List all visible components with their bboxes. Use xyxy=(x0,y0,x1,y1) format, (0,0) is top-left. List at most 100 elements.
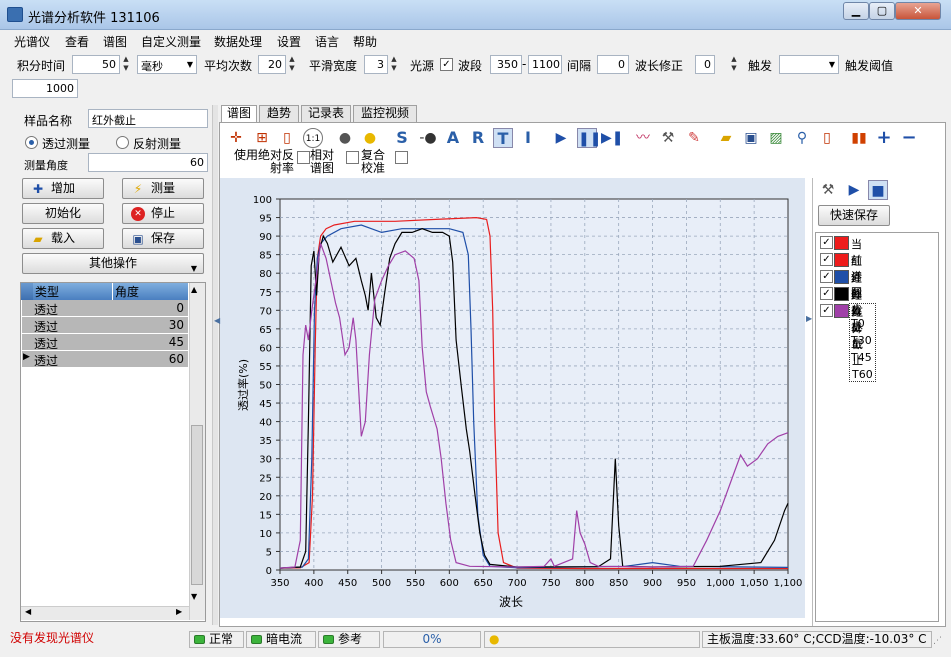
scroll-up-icon[interactable]: ▲ xyxy=(191,285,197,294)
menu-language[interactable]: 语言 xyxy=(315,33,339,50)
angle-input[interactable]: 60 xyxy=(88,153,208,172)
zoom-in-icon[interactable]: + xyxy=(874,128,894,148)
scroll-right-icon[interactable]: ▶ xyxy=(176,607,182,616)
interval-input[interactable]: 0 xyxy=(597,55,629,74)
load-button[interactable]: ▰ 载入 xyxy=(22,228,104,249)
stop-button[interactable]: ✕ 停止 xyxy=(122,203,204,224)
menu-settings[interactable]: 设置 xyxy=(277,33,301,50)
grid-cursor-icon[interactable]: ⊞ xyxy=(252,128,272,148)
table-row[interactable]: 透过 30 xyxy=(22,317,188,334)
integration-unit-select[interactable]: 毫秒 ▼ xyxy=(137,55,197,74)
scroll-left-icon[interactable]: ◀ xyxy=(25,607,31,616)
magnifier-icon[interactable]: ⚲ xyxy=(792,128,812,148)
trigger-select[interactable]: ▼ xyxy=(779,55,839,74)
mode-i-button[interactable]: I xyxy=(518,128,538,148)
band-from-input[interactable]: 350 xyxy=(490,55,522,74)
table-row-selected[interactable]: ▶ 透过 60 xyxy=(22,351,188,368)
light-source-checkbox[interactable]: ✓ xyxy=(440,58,453,71)
tab-trend[interactable]: 趋势 xyxy=(259,105,299,122)
band-to-input[interactable]: 1100 xyxy=(528,55,562,74)
step-icon[interactable]: ▶❚ xyxy=(601,128,624,148)
collapse-left-icon[interactable]: ◀ xyxy=(214,316,220,325)
legend-checkbox[interactable]: ✓ xyxy=(820,287,833,300)
menu-spectrometer[interactable]: 光谱仪 xyxy=(14,33,50,50)
resize-grip-icon[interactable]: ⋰ xyxy=(933,636,942,646)
eraser-icon[interactable]: ✎ xyxy=(684,128,704,148)
hammer-icon[interactable]: ⚒ xyxy=(658,128,678,148)
left-splitter[interactable] xyxy=(212,105,218,625)
add-button[interactable]: ✚ 增加 xyxy=(22,178,104,199)
other-operations-dropdown[interactable]: 其他操作 ▼ xyxy=(22,253,204,274)
x-tick-label: 500 xyxy=(372,578,391,589)
menu-custom-measure[interactable]: 自定义测量 xyxy=(141,33,201,50)
table-header-angle[interactable]: 角度 xyxy=(113,283,188,300)
transmission-radio[interactable] xyxy=(25,136,38,149)
line-chart-icon[interactable]: 〰 xyxy=(633,128,653,148)
menu-view[interactable]: 查看 xyxy=(65,33,89,50)
panel-stop-icon[interactable]: ■ xyxy=(868,180,888,200)
panel-play-icon[interactable]: ▶ xyxy=(844,180,864,200)
sample-name-input[interactable]: 红外截止 xyxy=(88,109,208,128)
average-spinner[interactable]: ▲ ▼ xyxy=(287,55,297,74)
mode-r-button[interactable]: R xyxy=(468,128,488,148)
open-folder-icon[interactable]: ▰ xyxy=(716,128,736,148)
tab-monitor-video[interactable]: 监控视频 xyxy=(353,105,417,122)
maximize-button[interactable]: ▢ xyxy=(869,2,895,20)
lightning-icon: ⚡ xyxy=(133,182,143,196)
wavecorr-spinner[interactable]: ▲ ▼ xyxy=(729,55,739,74)
marker-icon[interactable]: ▯ xyxy=(277,128,297,148)
mode-a-button[interactable]: A xyxy=(443,128,463,148)
measure-button[interactable]: ⚡ 测量 xyxy=(122,178,204,199)
table-row[interactable]: 透过 45 xyxy=(22,334,188,351)
menu-data-processing[interactable]: 数据处理 xyxy=(214,33,262,50)
legend-checkbox[interactable]: ✓ xyxy=(820,304,833,317)
save-disk-icon[interactable]: ▣ xyxy=(741,128,761,148)
row-type: 透过 xyxy=(34,320,59,334)
smooth-input[interactable]: 3 xyxy=(364,55,388,74)
minimize-button[interactable]: ▁ xyxy=(843,2,869,20)
spectrum-chart[interactable]: 0 5 10 15 20 25 30 35 40 45 50 55 60 65 70 75 80 85 90 95 10… xyxy=(220,178,805,618)
threshold-label: 触发阈值 xyxy=(845,59,894,73)
wavecorr-input[interactable]: 0 xyxy=(695,55,715,74)
dark-bulb-icon[interactable]: -● xyxy=(418,128,438,148)
image-icon[interactable]: ▨ xyxy=(766,128,786,148)
play-icon[interactable]: ▶ xyxy=(551,128,571,148)
bulb-off-icon[interactable]: ● xyxy=(335,128,355,148)
menu-help[interactable]: 帮助 xyxy=(353,33,377,50)
tools-hammer-icon[interactable]: ⚒ xyxy=(818,180,838,200)
legend-checkbox[interactable]: ✓ xyxy=(820,236,833,249)
pause-icon[interactable]: ❚❚ xyxy=(577,128,601,148)
ruler-icon[interactable]: ▯ xyxy=(817,128,837,148)
abs-reflectance-checkbox[interactable] xyxy=(297,151,310,164)
legend-checkbox[interactable]: ✓ xyxy=(820,270,833,283)
reflection-radio[interactable] xyxy=(116,136,129,149)
initialize-button[interactable]: 初始化 xyxy=(22,203,104,224)
mode-t-button[interactable]: T xyxy=(493,128,513,148)
mode-s-button[interactable]: S xyxy=(392,128,412,148)
average-input[interactable]: 20 xyxy=(258,55,286,74)
table-hscrollbar[interactable] xyxy=(21,606,189,620)
table-header-type[interactable]: 类型 xyxy=(33,283,113,300)
crosshair-icon[interactable]: ✛ xyxy=(226,128,246,148)
color-bars-icon[interactable]: ▮▮ xyxy=(849,128,869,148)
composite-calib-checkbox[interactable] xyxy=(395,151,408,164)
legend-checkbox[interactable]: ✓ xyxy=(820,253,833,266)
integration-spinner[interactable]: ▲ ▼ xyxy=(121,55,131,74)
tab-spectrum[interactable]: 谱图 xyxy=(221,105,257,123)
led-icon xyxy=(251,635,262,644)
bulb-on-icon[interactable]: ● xyxy=(360,128,380,148)
tab-records[interactable]: 记录表 xyxy=(301,105,351,122)
close-button[interactable]: ✕ xyxy=(895,2,941,20)
table-row[interactable]: 透过 0 xyxy=(22,300,188,317)
scroll-thumb[interactable] xyxy=(191,425,203,585)
menu-spectrum[interactable]: 谱图 xyxy=(103,33,127,50)
scroll-down-icon[interactable]: ▼ xyxy=(191,592,197,601)
threshold-input[interactable]: 1000 xyxy=(12,79,78,98)
save-button[interactable]: ▣ 保存 xyxy=(122,228,204,249)
zoom-100-icon[interactable]: 1:1 xyxy=(303,128,323,148)
integration-input[interactable]: 50 xyxy=(72,55,120,74)
smooth-spinner[interactable]: ▲ ▼ xyxy=(389,55,399,74)
quick-save-button[interactable]: 快速保存 xyxy=(818,205,890,226)
zoom-out-icon[interactable]: − xyxy=(899,128,919,148)
relative-spectrum-checkbox[interactable] xyxy=(346,151,359,164)
